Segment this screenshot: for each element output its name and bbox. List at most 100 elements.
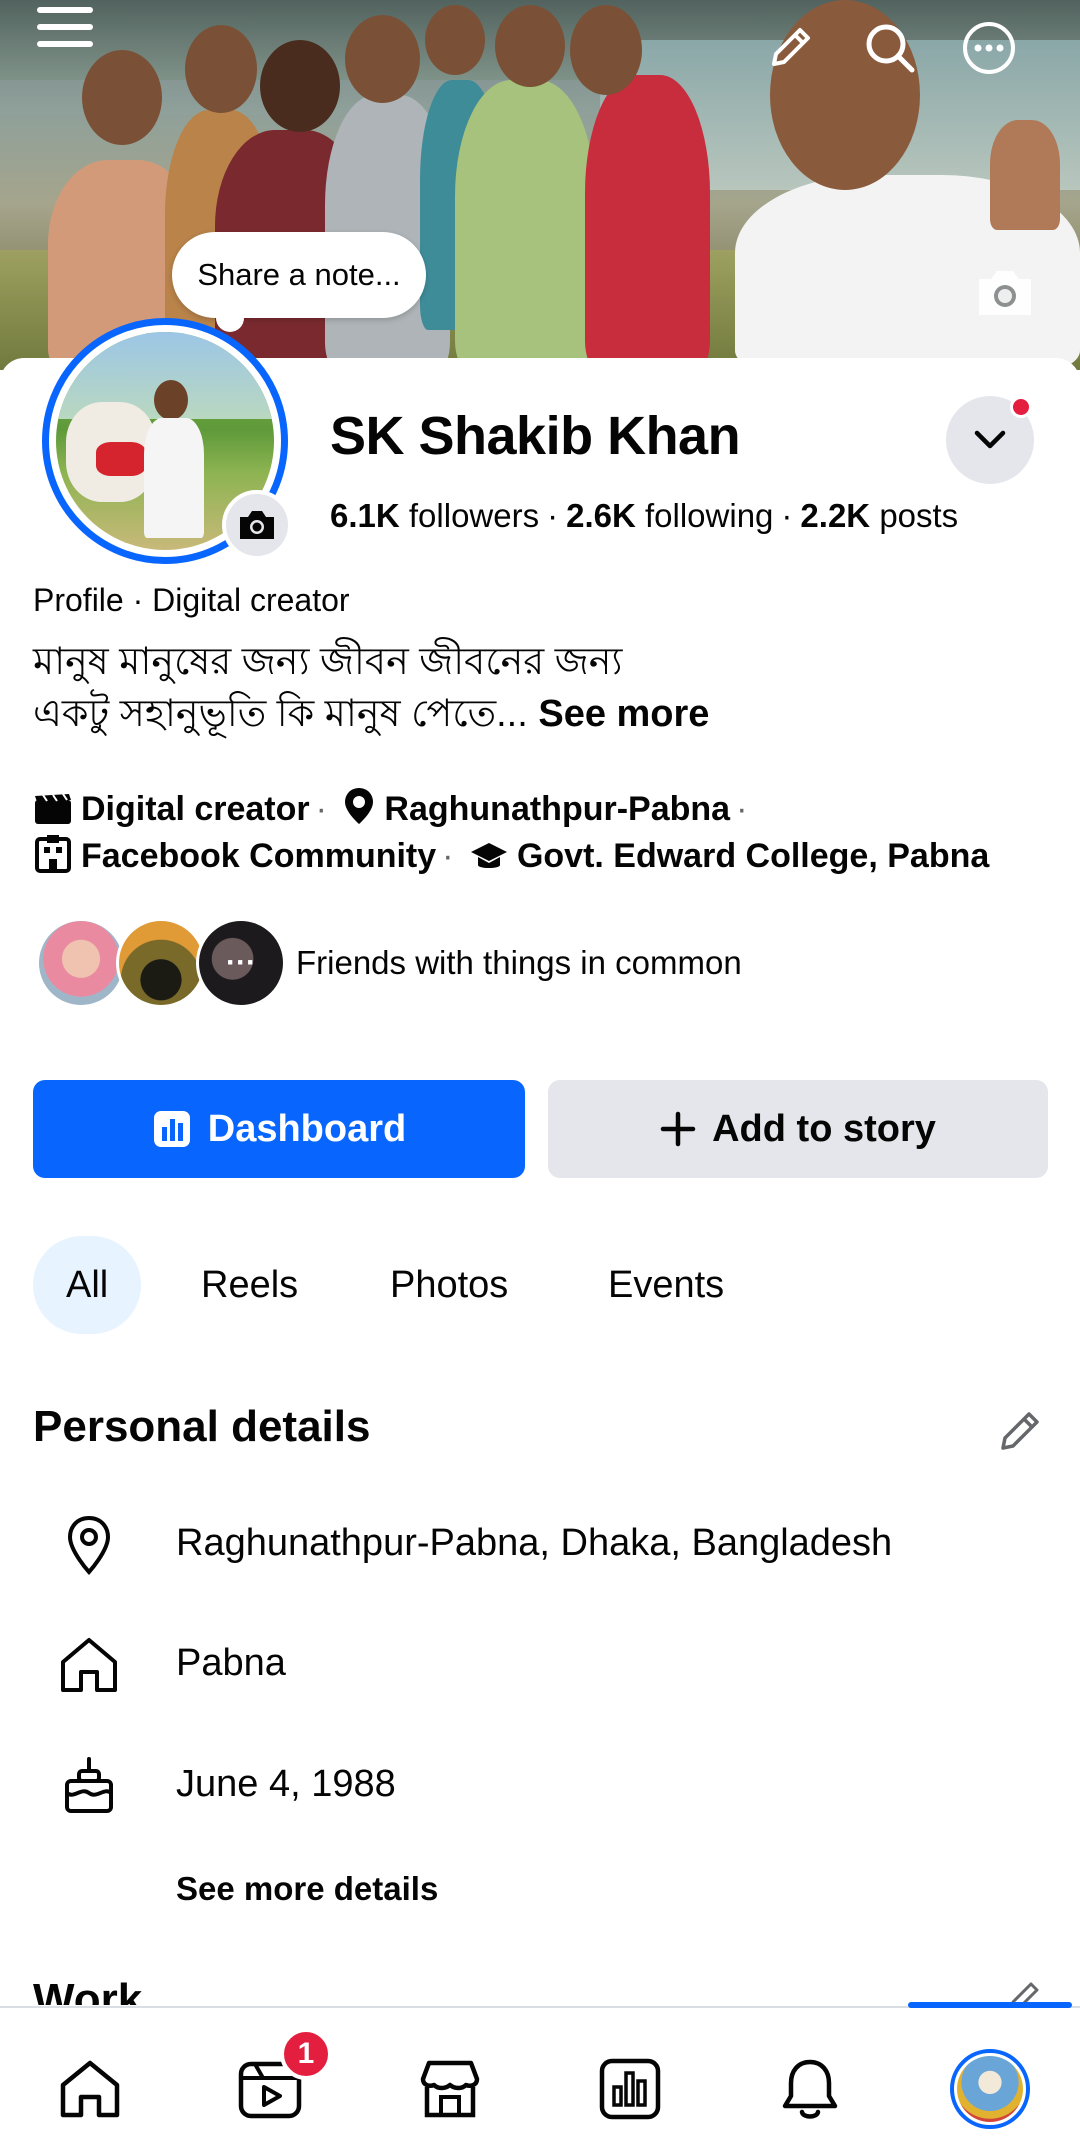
add-to-story-label: Add to story — [712, 1107, 936, 1150]
intro-creator[interactable]: Digital creator — [33, 790, 310, 828]
add-to-story-button[interactable]: Add to story — [548, 1080, 1048, 1178]
intro-separator: · — [315, 790, 327, 828]
more-friends-glyph: ··· — [226, 946, 256, 979]
cover-head — [185, 25, 257, 113]
nav-profile[interactable] — [945, 2044, 1035, 2134]
dashboard-label: Dashboard — [207, 1107, 407, 1150]
detail-hometown-text: Pabna — [176, 1642, 286, 1684]
detail-hometown-row: Pabna — [0, 1620, 1080, 1710]
personal-details-title: Personal details — [33, 1402, 371, 1451]
camera-icon[interactable] — [970, 262, 1040, 322]
tab-all[interactable]: All — [33, 1236, 142, 1334]
intro-education[interactable]: Govt. Edward College, Pabna — [469, 837, 989, 875]
plus-icon — [660, 1111, 696, 1147]
stats-separator: · — [781, 497, 793, 534]
video-badge: 1 — [280, 2028, 332, 2080]
edit-details-button[interactable] — [992, 1403, 1048, 1459]
cover-person — [990, 120, 1060, 230]
avatar-camera-button[interactable] — [222, 490, 292, 560]
posts-label: posts — [879, 497, 959, 534]
nav-marketplace[interactable] — [405, 2044, 495, 2134]
birthday-cake-icon — [54, 1751, 124, 1821]
profile-category: Profile · Digital creator — [33, 582, 350, 618]
following-count[interactable]: 2.6K — [566, 497, 636, 534]
bio-line: মানুষ মানুষের জন্য জীবন জীবনের জন্য — [33, 641, 623, 683]
tab-events[interactable]: Events — [608, 1236, 724, 1334]
work-section-title: Work — [33, 1975, 143, 2005]
detail-location-row: Raghunathpur-Pabna, Dhaka, Bangladesh — [0, 1500, 1080, 1590]
dashboard-icon — [152, 1109, 192, 1149]
location-pin-icon — [54, 1510, 124, 1580]
nav-dashboard[interactable] — [585, 2044, 675, 2134]
intro-education-label: Govt. Edward College, Pabna — [516, 837, 990, 875]
tab-label: All — [66, 1263, 109, 1306]
share-note-bubble[interactable]: Share a note... — [172, 232, 426, 332]
search-icon[interactable] — [858, 16, 922, 80]
intro-creator-label: Digital creator — [81, 790, 310, 828]
cover-person — [455, 80, 595, 370]
bell-icon — [782, 2059, 838, 2119]
cover-head — [495, 5, 565, 87]
profile-bio: মানুষ মানুষের জন্য জীবন জীবনের জন্য একটু… — [33, 636, 1043, 740]
menu-icon[interactable] — [30, 2, 100, 52]
pencil-icon[interactable] — [760, 18, 820, 78]
pencil-icon — [1001, 1412, 1039, 1450]
intro-community-label: Facebook Community — [81, 837, 437, 875]
cover-head — [260, 40, 340, 132]
home-icon — [60, 2060, 120, 2118]
cover-person — [585, 75, 710, 370]
cover-head — [345, 15, 420, 103]
nav-home[interactable] — [45, 2044, 135, 2134]
bottom-navigation: 1 — [0, 2002, 1080, 2152]
profile-avatar — [950, 2049, 1030, 2129]
intro-details: Digital creator · Raghunathpur-Pabna · Fac… — [33, 786, 1043, 880]
camera-icon — [240, 511, 274, 539]
profile-name: SK Shakib Khan — [330, 406, 741, 466]
followers-count[interactable]: 6.1K — [330, 497, 400, 534]
marketplace-icon — [420, 2060, 480, 2118]
tab-photos[interactable]: Photos — [390, 1236, 508, 1334]
home-icon — [54, 1630, 124, 1700]
clapperboard-icon — [35, 793, 71, 824]
notification-dot — [1010, 396, 1032, 418]
bio-see-more-link[interactable]: See more — [538, 693, 709, 735]
cover-head — [425, 5, 485, 75]
stats-separator: · — [547, 497, 559, 534]
cover-head — [82, 50, 162, 145]
profile-tabs: All Reels Photos Events — [33, 1236, 1043, 1334]
graduation-cap-icon — [470, 843, 507, 868]
tab-label: Events — [608, 1263, 725, 1306]
nav-active-indicator — [908, 2002, 1072, 2008]
dashboard-button[interactable]: Dashboard — [33, 1080, 525, 1178]
posts-count: 2.2K — [800, 497, 871, 534]
cover-photo[interactable] — [0, 0, 1080, 370]
tab-label: Photos — [390, 1263, 509, 1306]
bio-line: একটু সহানুভূতি কি মানুষ পেতে... — [33, 693, 528, 735]
intro-community[interactable]: Facebook Community — [33, 835, 437, 875]
more-icon[interactable] — [957, 16, 1021, 80]
intro-separator: · — [442, 837, 454, 875]
location-pin-icon — [345, 788, 374, 824]
see-more-details-link[interactable]: See more details — [176, 1870, 438, 1908]
intro-separator: · — [736, 790, 748, 828]
building-icon — [35, 835, 71, 873]
intro-location[interactable]: Raghunathpur-Pabna — [342, 788, 731, 828]
following-label[interactable]: following — [645, 497, 773, 534]
chevron-down-icon — [974, 430, 1006, 449]
detail-birthday-text: June 4, 1988 — [176, 1763, 396, 1805]
profile-stats: 6.1K followers · 2.6K following · 2.2K posts — [330, 497, 958, 535]
detail-birthday-row: June 4, 1988 — [0, 1741, 1080, 1831]
nav-notifications[interactable] — [765, 2044, 855, 2134]
followers-label[interactable]: followers — [409, 497, 539, 534]
friend-avatar-more: ··· — [196, 918, 286, 1008]
tab-reels[interactable]: Reels — [201, 1236, 298, 1334]
mutual-friends-row[interactable]: ··· Friends with things in common — [36, 918, 1036, 1014]
dashboard-icon — [599, 2058, 661, 2120]
detail-location-text: Raghunathpur-Pabna, Dhaka, Bangladesh — [176, 1522, 893, 1564]
intro-location-label: Raghunathpur-Pabna — [384, 790, 731, 828]
cover-head — [570, 5, 642, 95]
friend-avatar — [36, 918, 126, 1008]
share-note-text: Share a note... — [197, 257, 401, 292]
tab-label: Reels — [201, 1263, 299, 1306]
friend-avatar — [116, 918, 206, 1008]
